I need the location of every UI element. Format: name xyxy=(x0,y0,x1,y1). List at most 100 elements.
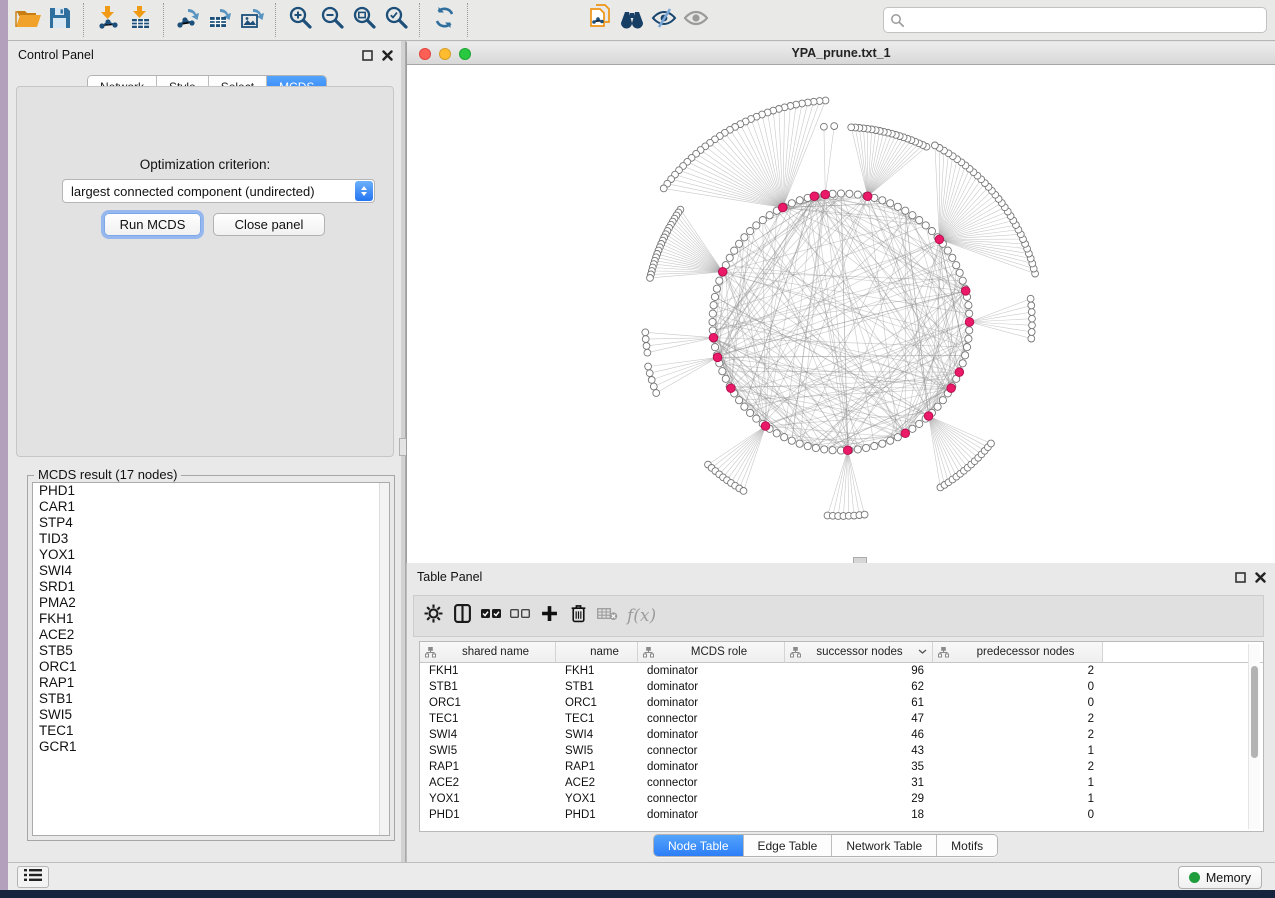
table-row[interactable]: PHD1PHD1dominator180 xyxy=(420,807,1263,823)
table-cell[interactable]: RAP1 xyxy=(556,761,638,773)
table-row[interactable]: ACE2ACE2connector311 xyxy=(420,775,1263,791)
network-node[interactable] xyxy=(796,440,803,447)
select-all-button[interactable] xyxy=(480,605,502,627)
network-node[interactable] xyxy=(934,403,941,410)
network-node[interactable] xyxy=(863,444,870,451)
network-node[interactable] xyxy=(829,447,836,454)
network-node[interactable] xyxy=(716,277,723,284)
table-cell[interactable]: connector xyxy=(638,793,785,805)
network-node[interactable] xyxy=(837,190,844,197)
network-node[interactable] xyxy=(644,349,651,356)
import-table-button[interactable] xyxy=(124,4,156,36)
network-hub-node[interactable] xyxy=(955,368,964,377)
network-hub-node[interactable] xyxy=(709,333,718,342)
column-header[interactable]: MCDS role xyxy=(638,642,785,663)
network-node[interactable] xyxy=(959,277,966,284)
float-panel-icon[interactable] xyxy=(362,48,373,66)
network-node[interactable] xyxy=(648,377,655,384)
search-input[interactable] xyxy=(909,12,1266,28)
network-node[interactable] xyxy=(722,375,729,382)
network-node[interactable] xyxy=(916,420,923,427)
table-row[interactable]: SWI4SWI4dominator462 xyxy=(420,727,1263,743)
network-node[interactable] xyxy=(932,142,939,149)
network-node[interactable] xyxy=(642,336,649,343)
import-network-button[interactable] xyxy=(92,4,124,36)
table-cell[interactable]: SWI5 xyxy=(420,745,556,757)
table-cell[interactable]: ORC1 xyxy=(420,697,556,709)
network-node[interactable] xyxy=(854,191,861,198)
delete-columns-button[interactable] xyxy=(567,605,589,627)
column-header[interactable]: shared name xyxy=(420,642,556,663)
run-mcds-button[interactable]: Run MCDS xyxy=(104,213,201,236)
network-node[interactable] xyxy=(944,247,951,254)
tab-edge-table[interactable]: Edge Table xyxy=(744,835,833,856)
network-node[interactable] xyxy=(879,440,886,447)
table-cell[interactable]: 2 xyxy=(933,713,1103,725)
network-node[interactable] xyxy=(736,240,743,247)
column-header[interactable]: predecessor nodes xyxy=(933,642,1103,663)
hide-graphics-details-button[interactable] xyxy=(648,4,680,36)
export-network-button[interactable] xyxy=(172,4,204,36)
search-field[interactable] xyxy=(883,7,1267,33)
network-node[interactable] xyxy=(719,368,726,375)
network-node[interactable] xyxy=(781,434,788,441)
network-hub-node[interactable] xyxy=(924,412,933,421)
network-node[interactable] xyxy=(894,434,901,441)
network-hub-node[interactable] xyxy=(843,446,852,455)
network-hub-node[interactable] xyxy=(863,192,872,201)
table-cell[interactable]: 62 xyxy=(785,681,933,693)
network-node[interactable] xyxy=(909,425,916,432)
open-file-button[interactable] xyxy=(12,4,44,36)
network-node[interactable] xyxy=(645,363,652,370)
network-node[interactable] xyxy=(642,329,649,336)
network-hub-node[interactable] xyxy=(821,190,830,199)
network-node[interactable] xyxy=(766,212,773,219)
network-node[interactable] xyxy=(747,228,754,235)
zoom-selected-button[interactable] xyxy=(380,4,412,36)
network-node[interactable] xyxy=(713,285,720,292)
network-node[interactable] xyxy=(1028,335,1035,342)
table-cell[interactable]: ORC1 xyxy=(556,697,638,709)
optimization-criterion-dropdown[interactable]: largest connected component (undirected) xyxy=(62,179,375,203)
network-node[interactable] xyxy=(879,197,886,204)
network-node[interactable] xyxy=(740,488,747,495)
show-columns-button[interactable] xyxy=(451,605,473,627)
network-hub-node[interactable] xyxy=(810,192,819,201)
table-cell[interactable]: dominator xyxy=(638,697,785,709)
mcds-result-item[interactable]: SRD1 xyxy=(33,579,389,595)
network-node[interactable] xyxy=(988,440,995,447)
network-hub-node[interactable] xyxy=(961,287,970,296)
network-hub-node[interactable] xyxy=(713,353,722,362)
network-node[interactable] xyxy=(1027,295,1034,302)
table-cell[interactable]: connector xyxy=(638,745,785,757)
table-cell[interactable]: SWI5 xyxy=(556,745,638,757)
table-cell[interactable]: TEC1 xyxy=(420,713,556,725)
network-node[interactable] xyxy=(962,352,969,359)
table-cell[interactable]: dominator xyxy=(638,665,785,677)
network-node[interactable] xyxy=(821,123,828,130)
mcds-result-item[interactable]: STB1 xyxy=(33,691,389,707)
network-node[interactable] xyxy=(922,222,929,229)
table-scrollbar-thumb[interactable] xyxy=(1251,666,1258,758)
table-cell[interactable]: 0 xyxy=(933,809,1103,821)
network-node[interactable] xyxy=(709,310,716,317)
export-image-button[interactable] xyxy=(236,4,268,36)
network-hub-node[interactable] xyxy=(935,235,944,244)
table-cell[interactable]: RAP1 xyxy=(420,761,556,773)
table-cell[interactable]: ACE2 xyxy=(556,777,638,789)
float-panel-icon[interactable] xyxy=(1235,570,1246,588)
mcds-result-item[interactable]: ORC1 xyxy=(33,659,389,675)
network-node[interactable] xyxy=(854,446,861,453)
network-node[interactable] xyxy=(741,234,748,241)
network-node[interactable] xyxy=(965,302,972,309)
mcds-result-item[interactable]: TEC1 xyxy=(33,723,389,739)
add-column-button[interactable] xyxy=(538,605,560,627)
network-hub-node[interactable] xyxy=(947,384,956,393)
network-node[interactable] xyxy=(731,247,738,254)
table-cell[interactable]: 1 xyxy=(933,777,1103,789)
table-cell[interactable]: ACE2 xyxy=(420,777,556,789)
table-cell[interactable]: dominator xyxy=(638,809,785,821)
network-node[interactable] xyxy=(788,437,795,444)
table-cell[interactable]: 18 xyxy=(785,809,933,821)
table-cell[interactable]: 0 xyxy=(933,697,1103,709)
